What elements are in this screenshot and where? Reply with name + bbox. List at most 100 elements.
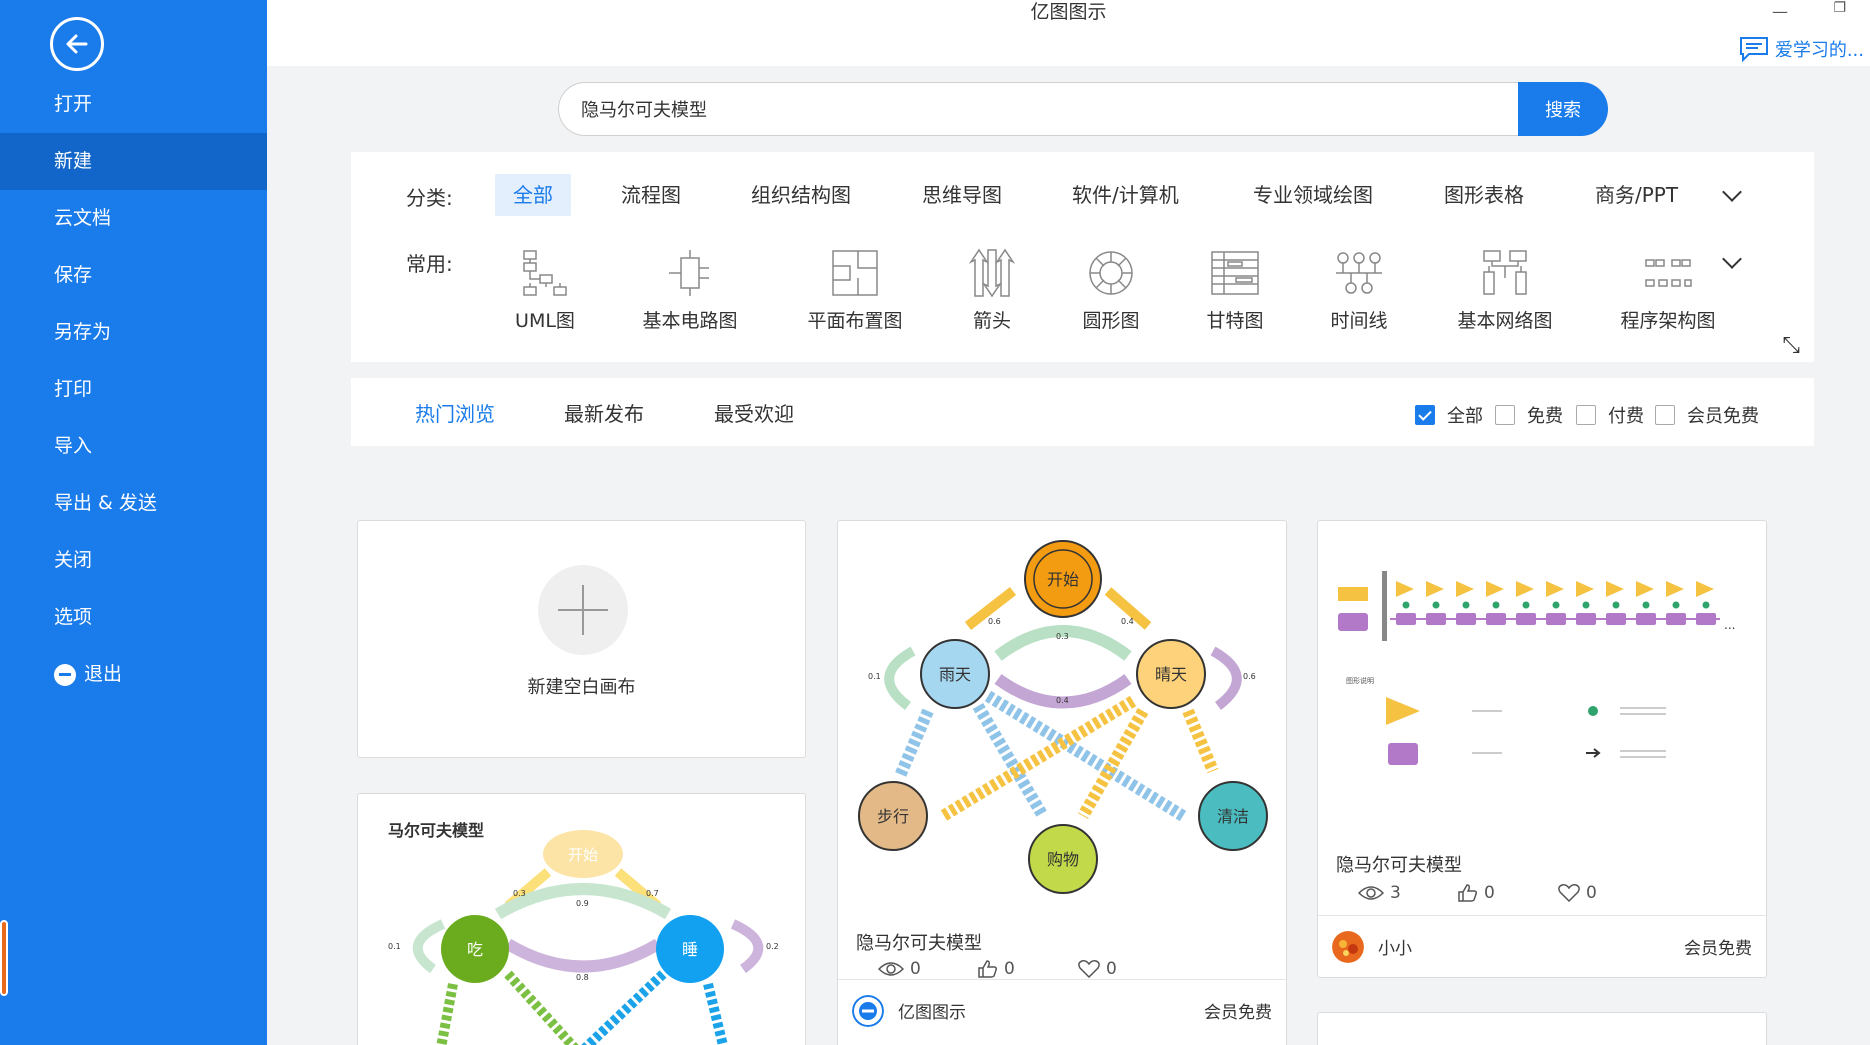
shape-basic-circuit[interactable]: 基本电路图 <box>625 248 755 333</box>
node-label: 步行 <box>877 807 909 826</box>
template-card[interactable] <box>1317 1012 1767 1045</box>
likes-stat[interactable]: 0 <box>1458 883 1558 903</box>
checkbox[interactable] <box>1415 405 1435 425</box>
timeline-leaf <box>1672 601 1680 609</box>
shape-basic-network[interactable]: 基本网络图 <box>1440 248 1570 333</box>
shape-timeline[interactable]: 时间线 <box>1294 248 1424 333</box>
template-card[interactable]: 0.6 0.4 0.3 0.4 0.1 0.6 开始 雨天 晴天 步行 购物 清… <box>837 520 1287 1045</box>
menu-label: 新建 <box>54 150 93 172</box>
thumbs-up-icon <box>1458 884 1478 902</box>
menu-export-send[interactable]: 导出 & 发送 <box>0 475 267 532</box>
filter-free[interactable]: 免费 <box>1495 402 1563 428</box>
cat-tab-flowchart[interactable]: 流程图 <box>603 174 699 216</box>
cat-tab-all[interactable]: 全部 <box>495 174 571 216</box>
shape-floor-plan[interactable]: 平面布置图 <box>790 248 920 333</box>
tab-latest[interactable]: 最新发布 <box>564 398 644 427</box>
edge-label: 0.1 <box>868 672 881 681</box>
resize-handle[interactable] <box>0 920 8 996</box>
favs-stat[interactable]: 0 <box>1078 959 1117 979</box>
architecture-icon <box>1643 248 1693 298</box>
floor-plan-icon <box>830 248 880 298</box>
new-canvas-card[interactable]: 新建空白画布 <box>357 520 806 758</box>
back-button[interactable] <box>50 17 104 71</box>
filter-paid[interactable]: 付费 <box>1576 402 1644 428</box>
circuit-icon <box>665 248 715 298</box>
checkbox-label: 付费 <box>1608 406 1644 427</box>
expand-icon[interactable]: ⤡ <box>1782 333 1800 358</box>
template-card[interactable]: 马尔可夫模型 开始 0.3 0.7 0.9 0.1 0.2 0.8 吃 睡 <box>357 793 806 1045</box>
template-thumbnail: 0.6 0.4 0.3 0.4 0.1 0.6 开始 雨天 晴天 步行 购物 清… <box>858 540 1268 894</box>
timeline-leaf <box>1612 601 1620 609</box>
menu-close[interactable]: 关闭 <box>0 532 267 589</box>
timeline-leaf <box>1492 601 1500 609</box>
common-label: 常用: <box>406 252 453 276</box>
menu-import[interactable]: 导入 <box>0 418 267 475</box>
template-footer: 小小 会员免费 <box>1318 915 1766 977</box>
likes-count: 0 <box>1484 883 1495 903</box>
shape-label: 圆形图 <box>1082 310 1140 332</box>
checkbox-label: 全部 <box>1447 406 1483 427</box>
likes-stat[interactable]: 0 <box>978 959 1078 979</box>
shape-gantt[interactable]: 甘特图 <box>1170 248 1300 333</box>
category-label: 分类: <box>406 186 453 210</box>
shape-label: UML图 <box>515 310 575 332</box>
cat-tab-org-chart[interactable]: 组织结构图 <box>733 174 869 216</box>
learn-link[interactable]: 爱学习的... <box>1739 36 1864 62</box>
circle-diagram-icon <box>1086 248 1136 298</box>
checkbox[interactable] <box>1655 405 1675 425</box>
timeline-marker <box>1516 581 1534 597</box>
edge-label: 0.6 <box>988 617 1001 626</box>
menu-save-as[interactable]: 另存为 <box>0 304 267 361</box>
chevron-down-icon[interactable] <box>1722 182 1742 202</box>
menu-open[interactable]: 打开 <box>0 76 267 133</box>
filter-member-free[interactable]: 会员免费 <box>1655 402 1759 428</box>
search-input[interactable] <box>558 82 1518 136</box>
shape-program-architecture[interactable]: 程序架构图 <box>1603 248 1733 333</box>
views-stat: 3 <box>1358 883 1458 903</box>
cat-tab-graphic-table[interactable]: 图形表格 <box>1426 174 1542 216</box>
menu-options[interactable]: 选项 <box>0 589 267 646</box>
tab-popular[interactable]: 最受欢迎 <box>714 398 794 427</box>
search-button[interactable]: 搜索 <box>1518 82 1608 136</box>
chat-icon <box>1739 37 1768 62</box>
timeline-box <box>1546 613 1566 625</box>
timeline-marker <box>1486 581 1504 597</box>
menu-new[interactable]: 新建 <box>0 133 267 190</box>
checkbox[interactable] <box>1576 405 1596 425</box>
favs-stat[interactable]: 0 <box>1558 883 1597 903</box>
uml-icon <box>520 248 570 298</box>
minimize-icon[interactable]: — <box>1772 2 1788 21</box>
timeline-box <box>1456 613 1476 625</box>
sidebar: 打开 新建 云文档 保存 另存为 打印 导入 导出 & 发送 关闭 选项 退出 <box>0 0 267 1045</box>
timeline-box <box>1426 613 1446 625</box>
search-bar: 搜索 <box>558 82 1608 136</box>
cat-tab-software[interactable]: 软件/计算机 <box>1054 174 1197 216</box>
timeline-box <box>1696 613 1716 625</box>
filter-bar: 热门浏览 最新发布 最受欢迎 全部 免费 付费 会员免费 <box>351 378 1814 446</box>
cat-tab-professional[interactable]: 专业领域绘图 <box>1235 174 1391 216</box>
edge-label: 0.4 <box>1121 617 1134 626</box>
menu-exit[interactable]: 退出 <box>0 646 267 703</box>
restore-icon[interactable]: ❐ <box>1833 0 1846 16</box>
cat-tab-business-ppt[interactable]: 商务/PPT <box>1577 174 1696 216</box>
menu-cloud-docs[interactable]: 云文档 <box>0 190 267 247</box>
filter-all[interactable]: 全部 <box>1415 402 1483 428</box>
menu-print[interactable]: 打印 <box>0 361 267 418</box>
shape-arrow[interactable]: 箭头 <box>927 248 1057 333</box>
shape-circular[interactable]: 圆形图 <box>1046 248 1176 333</box>
plus-icon <box>538 565 628 655</box>
tab-hot[interactable]: 热门浏览 <box>415 398 495 427</box>
menu-save[interactable]: 保存 <box>0 247 267 304</box>
checkbox[interactable] <box>1495 405 1515 425</box>
heart-icon <box>1558 884 1580 902</box>
timeline-box <box>1636 613 1656 625</box>
menu-label: 打开 <box>54 93 93 115</box>
timeline-leaf <box>1522 601 1530 609</box>
timeline-box <box>1576 613 1596 625</box>
svg-text:...: ... <box>1724 618 1735 632</box>
shape-uml[interactable]: UML图 <box>480 248 610 333</box>
views-stat: 0 <box>878 959 978 979</box>
template-card[interactable]: ... 图形说明 隐马尔可夫模型 3 0 0 小小 会员免费 <box>1317 520 1767 978</box>
window-title: 亿图图示 <box>1030 1 1107 23</box>
cat-tab-mind-map[interactable]: 思维导图 <box>904 174 1020 216</box>
